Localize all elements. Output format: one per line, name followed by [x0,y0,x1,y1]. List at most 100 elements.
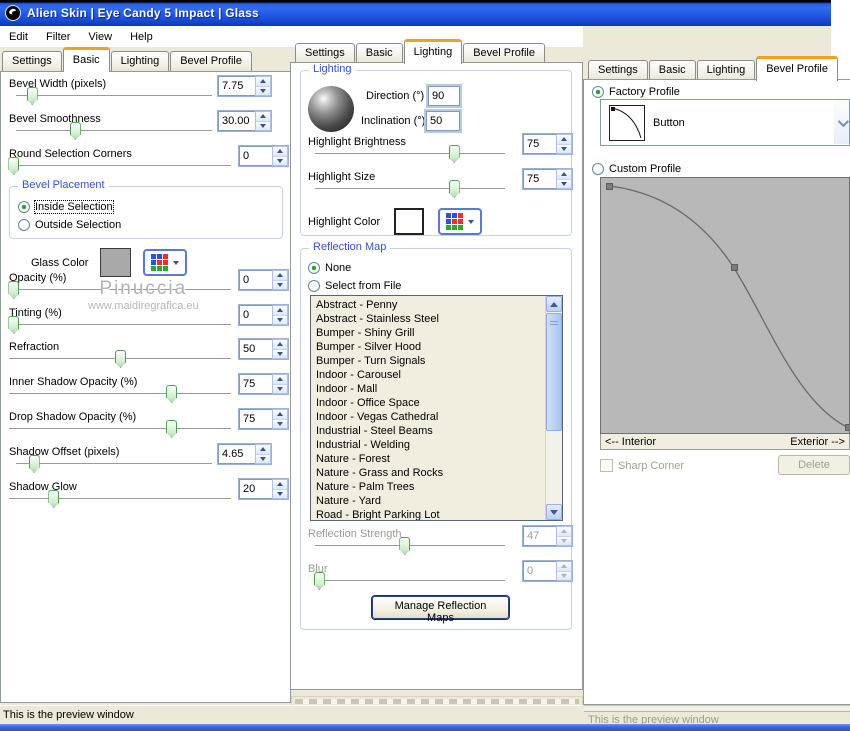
slider-thumb[interactable] [8,316,20,334]
tab-basic[interactable]: Basic [62,47,110,72]
slider-thumb[interactable] [313,572,325,590]
tab-settings[interactable]: Settings [295,43,355,64]
spinner-down-button[interactable] [256,121,270,130]
glass-color-picker-button[interactable] [143,249,188,276]
list-scrollbar[interactable] [545,296,562,520]
value-input[interactable] [218,76,255,96]
highlight-color-picker-button[interactable] [438,208,483,235]
curve-handle[interactable] [731,264,738,271]
scroll-up-button[interactable] [546,296,562,312]
slider-track[interactable] [8,281,231,299]
value-input[interactable] [218,111,255,131]
spinner-up-button[interactable] [557,527,571,537]
spinner-down-button[interactable] [557,571,571,580]
spinner-up-button[interactable] [273,147,287,157]
list-item[interactable]: Nature - Forest [311,452,562,466]
tab-bevel-profile[interactable]: Bevel Profile [756,56,838,81]
spinner-down-button[interactable] [557,179,571,188]
spinner-down-button[interactable] [273,384,287,393]
slider-track[interactable] [8,316,231,334]
slider-track[interactable] [8,157,231,175]
value-input[interactable] [523,526,556,546]
slider-track[interactable] [16,87,212,105]
radio-inside-selection[interactable]: Inside Selection [18,199,114,214]
spinner-down-button[interactable] [273,489,287,498]
tab-bevel-profile[interactable]: Bevel Profile [463,43,545,64]
spinner-up-button[interactable] [557,170,571,180]
spinner-up-button[interactable] [273,375,287,385]
spinner-down-button[interactable] [557,144,571,153]
value-input[interactable] [239,270,272,290]
slider-thumb[interactable] [48,490,60,508]
spinner-down-button[interactable] [256,454,270,463]
slider-thumb[interactable] [399,537,411,555]
tab-lighting[interactable]: Lighting [403,39,463,64]
spinner-up-button[interactable] [273,271,287,281]
factory-profile-dropdown[interactable]: Button [600,99,850,146]
delete-button[interactable]: Delete [778,455,850,475]
slider-thumb[interactable] [8,281,20,299]
slider-track[interactable] [9,385,231,403]
spinner-up-button[interactable] [256,445,270,455]
value-input[interactable] [239,409,272,429]
value-input[interactable] [239,374,272,394]
radio-none[interactable]: None [308,260,351,275]
spinner-down-button[interactable] [273,280,287,289]
spinner-up-button[interactable] [256,77,270,87]
list-item[interactable]: Industrial - Steel Beams [311,424,562,438]
reflection-map-list[interactable]: Abstract - Penny Abstract - Stainless Ste… [310,295,563,521]
spinner-up-button[interactable] [273,340,287,350]
slider-track[interactable] [315,180,505,198]
menu-item-help[interactable]: Help [121,28,162,46]
spinner-up-button[interactable] [256,112,270,122]
list-item[interactable]: Bumper - Shiny Grill [311,326,562,340]
spinner-down-button[interactable] [557,536,571,545]
spinner-down-button[interactable] [273,419,287,428]
slider-track[interactable] [16,122,212,140]
list-item[interactable]: Bumper - Silver Hood [311,340,562,354]
menu-item-view[interactable]: View [79,28,121,46]
slider-track[interactable] [9,350,231,368]
slider-thumb[interactable] [166,420,178,438]
inclination-input[interactable] [424,109,462,133]
slider-thumb[interactable] [448,180,460,198]
slider-thumb[interactable] [26,87,38,105]
list-item[interactable]: Road - Bright Parking Lot [311,508,562,520]
slider-thumb[interactable] [166,385,178,403]
spinner-down-button[interactable] [273,315,287,324]
value-input[interactable] [218,444,255,464]
slider-track[interactable] [315,145,505,163]
radio-outside-selection[interactable]: Outside Selection [18,217,121,232]
scroll-down-button[interactable] [546,504,562,520]
direction-input[interactable] [426,84,462,108]
slider-track[interactable] [315,537,505,555]
slider-track[interactable] [313,572,505,590]
tab-settings[interactable]: Settings [2,51,62,72]
value-input[interactable] [523,134,556,154]
curve-handle[interactable] [606,183,613,190]
slider-thumb[interactable] [448,145,460,163]
slider-thumb[interactable] [69,122,81,140]
list-item[interactable]: Industrial - Welding [311,438,562,452]
value-input[interactable] [239,339,272,359]
slider-track[interactable] [9,490,231,508]
list-item[interactable]: Indoor - Office Space [311,396,562,410]
slider-thumb[interactable] [8,157,20,175]
list-item[interactable]: Nature - Palm Trees [311,480,562,494]
list-item[interactable]: Indoor - Vegas Cathedral [311,410,562,424]
list-item[interactable]: Indoor - Mall [311,382,562,396]
value-input[interactable] [239,146,272,166]
list-item[interactable]: Abstract - Stainless Steel [311,312,562,326]
slider-track[interactable] [16,455,212,473]
tab-lighting[interactable]: Lighting [696,60,756,81]
tab-basic[interactable]: Basic [648,60,696,81]
dropdown-arrow-button[interactable] [834,101,849,144]
spinner-up-button[interactable] [557,562,571,572]
spinner-up-button[interactable] [273,410,287,420]
spinner-up-button[interactable] [273,480,287,490]
list-item[interactable]: Nature - Yard [311,494,562,508]
value-input[interactable] [239,479,272,499]
value-input[interactable] [523,169,556,189]
spinner-up-button[interactable] [273,306,287,316]
spinner-down-button[interactable] [256,86,270,95]
